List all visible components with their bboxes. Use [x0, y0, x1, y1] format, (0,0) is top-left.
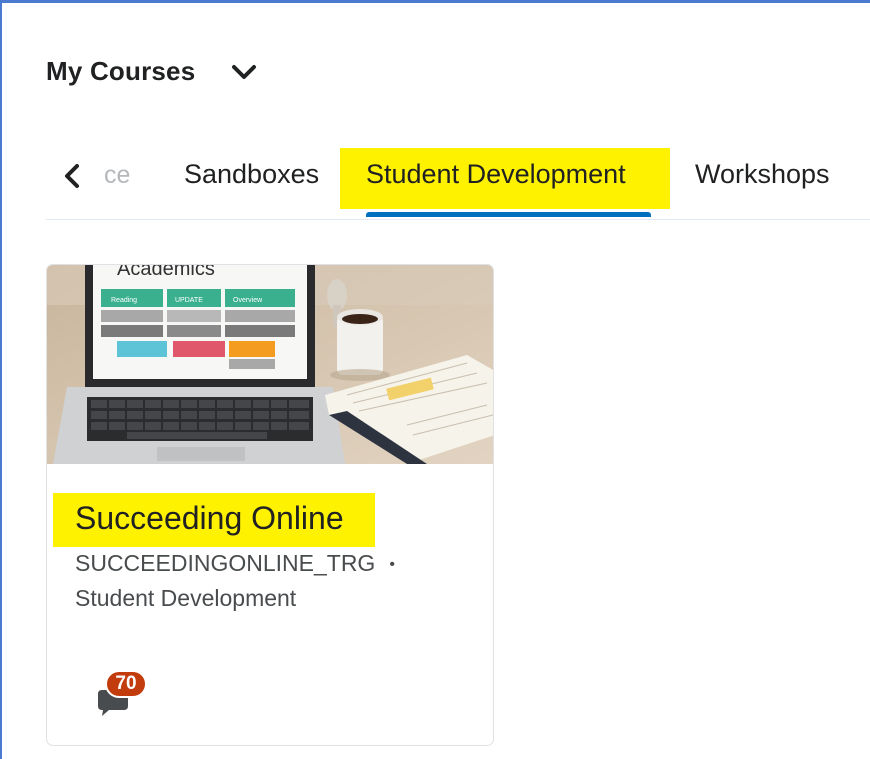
window-frame-top [0, 0, 870, 3]
course-info-separator: • [389, 555, 395, 573]
course-code: SUCCEEDINGONLINE_TRG • [75, 550, 395, 577]
course-image-screen-cell: Reading [111, 297, 137, 304]
chevron-down-icon [232, 64, 257, 79]
course-image-screen-cell: UPDATE [175, 297, 203, 304]
tab-student-development[interactable]: Student Development [366, 159, 626, 190]
discussion-notifications-button[interactable]: 70 [95, 670, 155, 720]
widget-menu-button[interactable] [229, 57, 259, 87]
active-tab-indicator [366, 212, 651, 217]
course-image: Academics Reading UPDATE Overview [47, 265, 493, 464]
window-frame-left [0, 0, 2, 759]
course-department: Student Development [75, 585, 297, 611]
chevron-left-icon [65, 164, 79, 188]
course-name[interactable]: Succeeding Online [75, 500, 344, 537]
tabs-scroll-prev-button[interactable] [60, 161, 84, 191]
course-tabs: ce Sandboxes Student Development Worksho… [46, 145, 870, 220]
course-code-text: SUCCEEDINGONLINE_TRG [75, 550, 376, 576]
widget-header: My Courses [46, 56, 259, 87]
course-card[interactable]: Academics Reading UPDATE Overview Succee… [46, 264, 494, 746]
tab-sandboxes[interactable]: Sandboxes [184, 159, 319, 190]
tab-workshops[interactable]: Workshops [695, 159, 830, 190]
tab-partial-hidden[interactable]: ce [104, 161, 130, 190]
course-image-screen-cell: Overview [233, 297, 263, 304]
notification-count-badge: 70 [105, 670, 147, 698]
widget-title: My Courses [46, 56, 196, 86]
course-image-screen-heading: Academics [117, 265, 215, 280]
